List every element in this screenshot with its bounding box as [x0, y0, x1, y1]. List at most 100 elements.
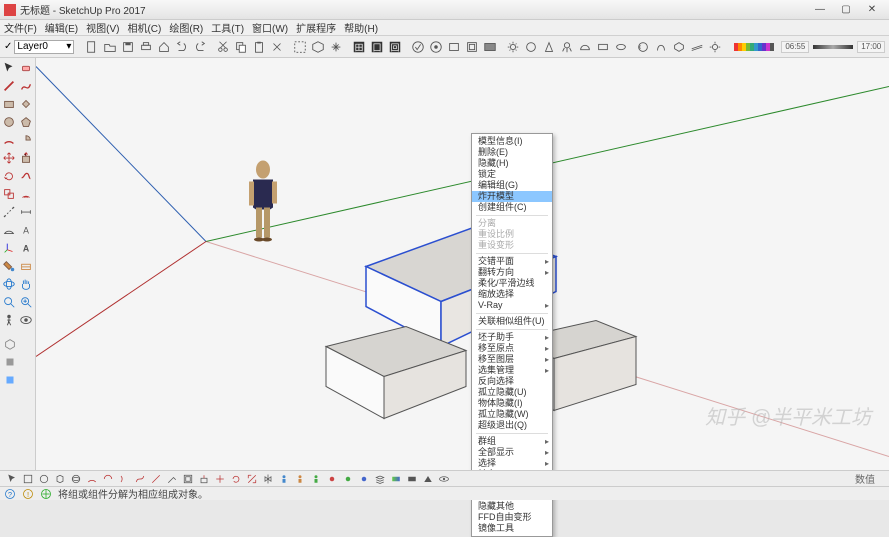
select-tool[interactable] — [2, 60, 17, 76]
view-front-button[interactable] — [2, 372, 18, 388]
axes-tool[interactable] — [2, 240, 17, 256]
bb-arc2[interactable] — [100, 472, 115, 486]
bb-knife[interactable] — [164, 472, 179, 486]
bb-grad[interactable] — [388, 472, 403, 486]
settings-button[interactable] — [707, 39, 723, 55]
bb-bezier[interactable] — [132, 472, 147, 486]
ctx-item[interactable]: 翻转方向 — [472, 267, 552, 278]
bb-scale[interactable] — [244, 472, 259, 486]
proxy-button[interactable] — [671, 39, 687, 55]
eraser-tool[interactable] — [19, 60, 34, 76]
rotated-rect-tool[interactable] — [19, 96, 34, 112]
ctx-item[interactable]: 群组 — [472, 436, 552, 447]
delete-button[interactable] — [269, 39, 285, 55]
light-spot-button[interactable] — [541, 39, 557, 55]
paste-button[interactable] — [251, 39, 267, 55]
bb-dot-b[interactable] — [340, 472, 355, 486]
ctx-item[interactable]: 镜像工具 — [472, 523, 552, 534]
save-button[interactable] — [120, 39, 136, 55]
ctx-item[interactable]: 缩放选择 — [472, 289, 552, 300]
bb-select[interactable] — [4, 472, 19, 486]
cut-button[interactable] — [215, 39, 231, 55]
viewport[interactable]: 知乎 @半平米工坊 — [36, 58, 889, 470]
bb-move[interactable] — [212, 472, 227, 486]
zoom-tool[interactable] — [2, 294, 17, 310]
group-button[interactable] — [292, 39, 308, 55]
ctx-item[interactable]: 反向选择 — [472, 376, 552, 387]
ctx-item[interactable]: 孤立隐藏(U) — [472, 387, 552, 398]
light-rect-button[interactable] — [595, 39, 611, 55]
style-b-button[interactable]: 囗 — [369, 39, 385, 55]
walk-tool[interactable] — [2, 312, 17, 328]
vray-render-button[interactable] — [410, 39, 426, 55]
bb-dot-c[interactable] — [356, 472, 371, 486]
minimize-button[interactable]: — — [807, 2, 833, 18]
copy-button[interactable] — [233, 39, 249, 55]
ctx-item[interactable]: 物体隐藏(I) — [472, 398, 552, 409]
menu-help[interactable]: 帮助(H) — [344, 20, 378, 35]
dimension-tool[interactable] — [19, 204, 34, 220]
vray-viewport-button[interactable] — [446, 39, 462, 55]
bb-eye[interactable] — [436, 472, 451, 486]
bb-person-b[interactable] — [292, 472, 307, 486]
layer-selector[interactable]: ✓ Layer0▾ — [4, 40, 74, 54]
menu-edit[interactable]: 编辑(E) — [45, 20, 78, 35]
bb-box[interactable] — [52, 472, 67, 486]
light-sphere-button[interactable] — [613, 39, 629, 55]
ctx-item[interactable]: 炸开模型 — [472, 191, 552, 202]
redo-button[interactable] — [192, 39, 208, 55]
ctx-item[interactable]: 移至原点 — [472, 343, 552, 354]
view-iso-button[interactable] — [2, 336, 18, 352]
orbit-tool[interactable] — [2, 276, 17, 292]
view-top-button[interactable] — [2, 354, 18, 370]
menu-extensions[interactable]: 扩展程序 — [296, 20, 336, 35]
offset-tool[interactable] — [19, 186, 34, 202]
ctx-item[interactable]: 柔化/平滑边线 — [472, 278, 552, 289]
bb-push[interactable] — [196, 472, 211, 486]
component-button[interactable] — [310, 39, 326, 55]
home-button[interactable] — [156, 39, 172, 55]
material-button[interactable] — [635, 39, 651, 55]
menu-draw[interactable]: 绘图(R) — [169, 20, 203, 35]
3dtext-tool[interactable]: A — [19, 240, 34, 256]
bb-square[interactable] — [20, 472, 35, 486]
paint-tool[interactable] — [2, 258, 17, 274]
lookaround-tool[interactable] — [19, 312, 34, 328]
line-tool[interactable] — [2, 78, 17, 94]
close-button[interactable]: ✕ — [859, 2, 885, 18]
text-tool[interactable]: A — [19, 222, 34, 238]
bb-layers[interactable] — [372, 472, 387, 486]
print-button[interactable] — [138, 39, 154, 55]
infinite-plane-button[interactable] — [689, 39, 705, 55]
vray-frame-button[interactable] — [464, 39, 480, 55]
menu-tools[interactable]: 工具(T) — [211, 20, 244, 35]
ctx-item[interactable]: 全部显示 — [472, 447, 552, 458]
arc-tool[interactable] — [2, 132, 17, 148]
time-slider[interactable] — [813, 45, 853, 49]
rectangle-tool[interactable] — [2, 96, 17, 112]
bb-person-c[interactable] — [308, 472, 323, 486]
followme-tool[interactable] — [19, 168, 34, 184]
light-ies-button[interactable] — [559, 39, 575, 55]
bb-tri[interactable] — [420, 472, 435, 486]
light-sun-button[interactable] — [505, 39, 521, 55]
freehand-tool[interactable] — [19, 78, 34, 94]
bb-circle[interactable] — [36, 472, 51, 486]
vray-interactive-button[interactable] — [428, 39, 444, 55]
ctx-item[interactable]: 交错平面 — [472, 256, 552, 267]
pushpull-tool[interactable] — [19, 150, 34, 166]
ctx-item[interactable]: 创建组件(C) — [472, 202, 552, 213]
bb-arc3[interactable] — [116, 472, 131, 486]
polygon-tool[interactable] — [19, 114, 34, 130]
ctx-item[interactable]: 超级退出(Q) — [472, 420, 552, 431]
bb-rect[interactable] — [404, 472, 419, 486]
bb-person-a[interactable] — [276, 472, 291, 486]
light-point-button[interactable] — [523, 39, 539, 55]
circle-tool[interactable] — [2, 114, 17, 130]
rotate-tool[interactable] — [2, 168, 17, 184]
menu-file[interactable]: 文件(F) — [4, 20, 37, 35]
ctx-item[interactable]: 模型信息(I) — [472, 136, 552, 147]
menu-window[interactable]: 窗口(W) — [252, 20, 288, 35]
bb-line[interactable] — [148, 472, 163, 486]
ctx-item[interactable]: 选择 — [472, 458, 552, 469]
